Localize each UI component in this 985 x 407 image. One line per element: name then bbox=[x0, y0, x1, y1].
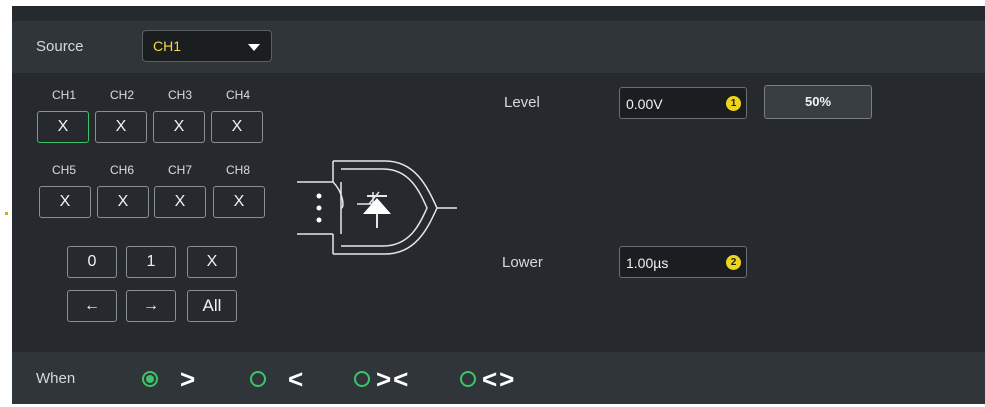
level-label: Level bbox=[504, 94, 540, 111]
ch4-bit-button[interactable]: X bbox=[211, 111, 263, 143]
level-input[interactable]: 0.00V 1 bbox=[619, 87, 747, 119]
ch7-bit-button[interactable]: X bbox=[154, 186, 206, 218]
ch2-label: CH2 bbox=[109, 88, 134, 102]
set-one-button[interactable]: 1 bbox=[126, 246, 176, 278]
when-option-greater[interactable]: > bbox=[142, 364, 214, 394]
ch1-bit-button[interactable]: X bbox=[37, 111, 89, 143]
ch7-label: CH7 bbox=[167, 163, 192, 177]
trigger-settings-panel: Source CH1 CH1 CH2 CH3 CH4 X X X X CH5 C… bbox=[12, 6, 985, 404]
level-value: 0.00V bbox=[626, 96, 663, 112]
when-option-symbol: > bbox=[180, 364, 198, 394]
ch1-label: CH1 bbox=[51, 88, 76, 102]
when-option-inside[interactable]: >< bbox=[354, 364, 444, 394]
source-select[interactable]: CH1 bbox=[142, 30, 272, 62]
lower-value: 1.00µs bbox=[626, 255, 669, 271]
ch4-label: CH4 bbox=[225, 88, 250, 102]
lower-label: Lower bbox=[502, 254, 543, 271]
when-option-symbol: < bbox=[288, 364, 306, 394]
set-zero-button[interactable]: 0 bbox=[67, 246, 117, 278]
when-option-symbol: <> bbox=[482, 364, 517, 394]
move-left-button[interactable]: ← bbox=[67, 290, 117, 322]
ch6-label: CH6 bbox=[109, 163, 134, 177]
source-select-value: CH1 bbox=[153, 38, 182, 54]
number-badge-icon: 1 bbox=[726, 96, 741, 111]
lower-input[interactable]: 1.00µs 2 bbox=[619, 246, 747, 278]
ch8-label: CH8 bbox=[225, 163, 250, 177]
when-option-symbol: >< bbox=[376, 364, 411, 394]
number-badge-icon: 2 bbox=[726, 255, 741, 270]
select-all-button[interactable]: All bbox=[187, 290, 237, 322]
radio-checked-icon bbox=[142, 371, 158, 387]
when-row: When > < >< <> bbox=[12, 352, 985, 404]
fifty-percent-button[interactable]: 50% bbox=[764, 85, 872, 119]
and-gate-diode-icon bbox=[297, 160, 457, 255]
radio-unchecked-icon bbox=[250, 371, 266, 387]
ch5-label: CH5 bbox=[51, 163, 76, 177]
radio-unchecked-icon bbox=[354, 371, 370, 387]
ch6-bit-button[interactable]: X bbox=[97, 186, 149, 218]
caret-down-icon bbox=[248, 44, 260, 51]
edge-marker bbox=[5, 212, 8, 215]
move-right-button[interactable]: → bbox=[126, 290, 176, 322]
ch3-bit-button[interactable]: X bbox=[153, 111, 205, 143]
when-option-outside[interactable]: <> bbox=[460, 364, 550, 394]
when-label: When bbox=[36, 370, 76, 387]
ch2-bit-button[interactable]: X bbox=[95, 111, 147, 143]
ch5-bit-button[interactable]: X bbox=[39, 186, 91, 218]
source-row: Source CH1 bbox=[12, 21, 985, 73]
set-x-button[interactable]: X bbox=[187, 246, 237, 278]
radio-unchecked-icon bbox=[460, 371, 476, 387]
ch3-label: CH3 bbox=[167, 88, 192, 102]
when-option-less[interactable]: < bbox=[250, 364, 322, 394]
ch8-bit-button[interactable]: X bbox=[213, 186, 265, 218]
source-label: Source bbox=[36, 38, 84, 55]
